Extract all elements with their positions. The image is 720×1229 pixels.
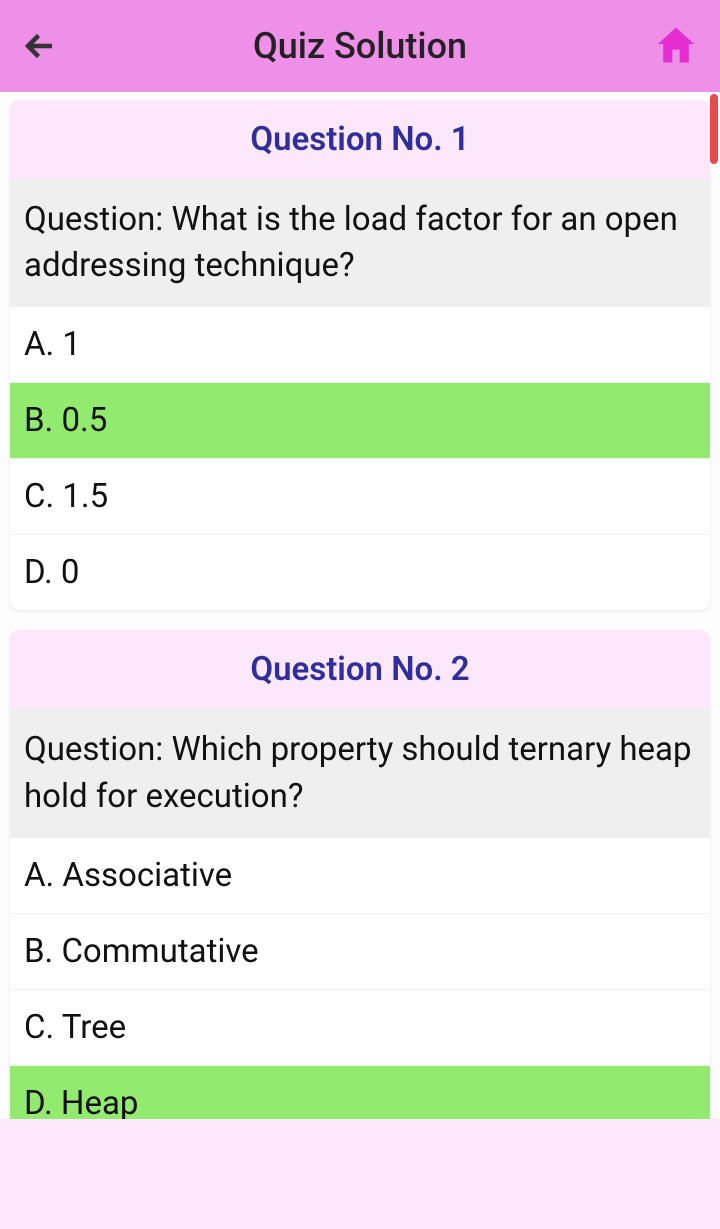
app-bar: Quiz Solution — [0, 0, 720, 92]
question-label-prefix: Question No. — [250, 120, 450, 159]
arrow-left-icon — [22, 28, 58, 64]
question-number-label: Question No. 2 — [250, 650, 469, 689]
back-button[interactable] — [18, 24, 62, 68]
page-title: Quiz Solution — [253, 25, 467, 67]
answer-option: C. 1.5 — [10, 459, 710, 535]
answer-option-correct: B. 0.5 — [10, 383, 710, 459]
question-number-label: Question No. 1 — [250, 120, 469, 159]
answer-option: C. Tree — [10, 990, 710, 1066]
question-number: 1 — [451, 120, 470, 159]
home-button[interactable] — [650, 20, 702, 72]
question-header: Question No. 2 — [10, 630, 710, 709]
question-text: Question: What is the load factor for an… — [10, 179, 710, 307]
question-header: Question No. 1 — [10, 100, 710, 179]
answer-option: A. Associative — [10, 838, 710, 914]
scroll-indicator — [710, 94, 718, 164]
answer-option: A. 1 — [10, 307, 710, 383]
bottom-bar — [0, 1119, 720, 1229]
home-icon — [654, 24, 698, 68]
answer-option: D. 0 — [10, 535, 710, 610]
question-card: Question No. 2 Question: Which property … — [10, 630, 710, 1140]
content-area[interactable]: Question No. 1 Question: What is the loa… — [0, 92, 720, 1229]
answer-option: B. Commutative — [10, 914, 710, 990]
question-label-prefix: Question No. — [250, 650, 450, 689]
question-number: 2 — [451, 650, 470, 689]
question-text: Question: Which property should ternary … — [10, 709, 710, 837]
question-card: Question No. 1 Question: What is the loa… — [10, 100, 710, 610]
